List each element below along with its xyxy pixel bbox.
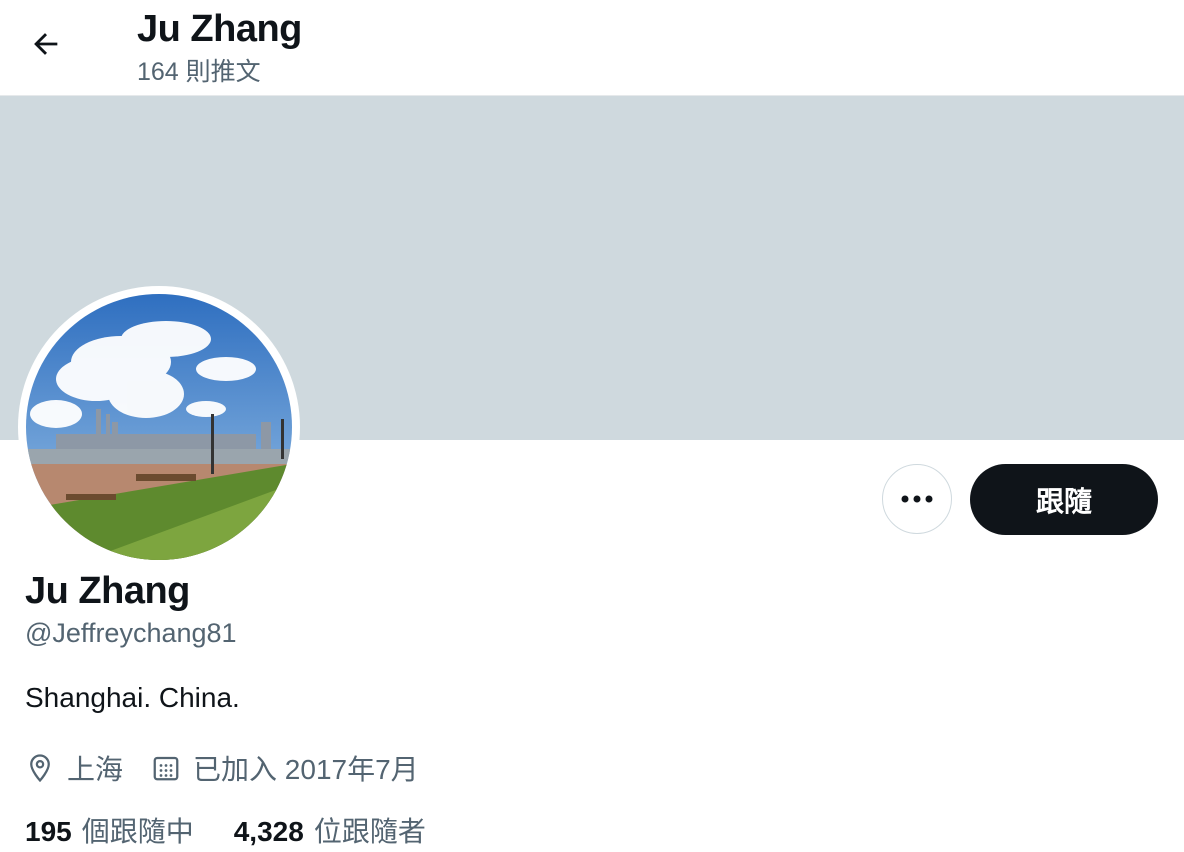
profile-handle: @Jeffreychang81 (25, 618, 237, 648)
calendar-icon (153, 756, 179, 781)
following-label: 個跟隨中 (81, 816, 194, 847)
joined-item: 已加入 2017年7月 (151, 748, 419, 788)
profile-name: Ju Zhang (25, 570, 190, 612)
avatar-image (26, 294, 292, 560)
more-button[interactable] (882, 464, 952, 534)
location-pin-icon (30, 754, 50, 783)
followers-link[interactable]: 4,328 位跟隨者 (234, 810, 426, 850)
follow-button[interactable]: 跟隨 (970, 464, 1158, 535)
profile-meta: 上海 已加入 2017年7月 (25, 748, 447, 788)
location-item: 上海 (25, 748, 123, 788)
followers-label: 位跟隨者 (313, 816, 426, 847)
following-count: 195 (25, 816, 72, 847)
profile-stats: 195 個跟隨中 4,328 位跟隨者 (25, 810, 466, 850)
more-dots-icon (901, 495, 933, 503)
header-title: Ju Zhang (137, 8, 302, 50)
joined-text: 已加入 2017年7月 (193, 754, 419, 785)
arrow-left-icon (34, 33, 58, 55)
profile-bio: Shanghai. China. (25, 682, 240, 713)
following-link[interactable]: 195 個跟隨中 (25, 810, 194, 850)
profile-header: Ju Zhang 164 則推文 (0, 0, 1184, 96)
tweet-count: 164 則推文 (137, 58, 261, 86)
back-button[interactable] (22, 22, 70, 66)
followers-count: 4,328 (233, 816, 304, 847)
avatar[interactable] (18, 286, 300, 568)
location-text: 上海 (67, 754, 124, 785)
